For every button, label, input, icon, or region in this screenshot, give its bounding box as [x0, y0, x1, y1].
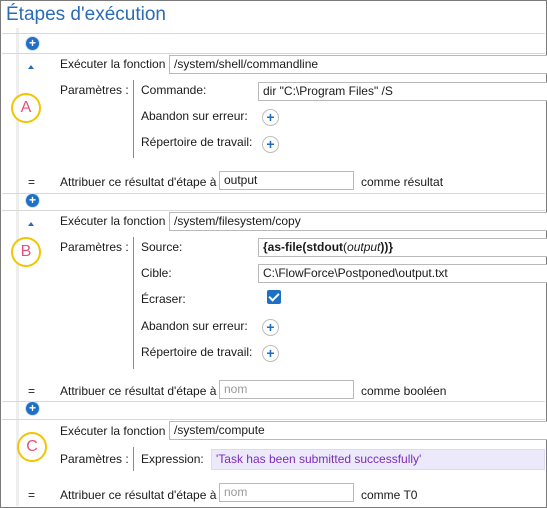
step-divider — [2, 419, 545, 420]
target-input[interactable]: C:\FlowForce\Postponed\output.txt — [258, 264, 547, 283]
triangle-up-icon[interactable] — [28, 65, 34, 69]
parameters-bracket — [133, 237, 134, 369]
overwrite-label: Écraser: — [141, 292, 186, 306]
add-working-directory-button[interactable]: + — [262, 136, 279, 153]
assign-result-label: Attribuer ce résultat d'étape à — [60, 384, 217, 398]
add-working-directory-button[interactable]: + — [262, 345, 279, 362]
add-abort-on-error-button[interactable]: + — [262, 319, 279, 336]
step-badge-b: B — [11, 237, 41, 267]
expr-close: ))} — [380, 240, 394, 254]
add-step-button[interactable]: + — [26, 402, 39, 415]
parameters-label: Paramètres : — [60, 240, 129, 254]
step-badge-c: C — [17, 432, 47, 462]
assign-result-input[interactable]: nom — [219, 483, 354, 502]
plus-icon: + — [28, 36, 36, 50]
step-divider — [2, 401, 545, 402]
expr-function: stdout — [306, 240, 344, 254]
triangle-up-icon[interactable] — [28, 222, 34, 226]
execute-function-label: Exécuter la fonction — [60, 57, 166, 71]
abort-on-error-label: Abandon sur erreur: — [141, 109, 248, 123]
execute-function-label: Exécuter la fonction — [60, 424, 166, 438]
working-directory-label: Répertoire de travail: — [141, 345, 253, 359]
step-divider — [2, 53, 545, 54]
working-directory-label: Répertoire de travail: — [141, 135, 253, 149]
execute-function-label: Exécuter la fonction — [60, 214, 166, 228]
source-label: Source: — [141, 240, 183, 254]
abort-on-error-label: Abandon sur erreur: — [141, 319, 248, 333]
plus-icon: + — [28, 193, 36, 207]
assign-result-label: Attribuer ce résultat d'étape à — [60, 488, 217, 502]
source-expression-input[interactable]: {as-file(stdout(output))} — [258, 238, 547, 257]
step-divider — [2, 210, 545, 211]
plus-circle-icon: + — [266, 345, 275, 361]
parameters-label: Paramètres : — [60, 452, 129, 466]
assign-result-input[interactable]: output — [219, 171, 354, 190]
function-path-input[interactable]: /system/filesystem/copy — [169, 212, 547, 231]
expression-label: Expression: — [141, 452, 204, 466]
step-divider — [2, 193, 545, 194]
expression-input[interactable]: 'Task has been submitted successfully' — [211, 449, 545, 470]
function-path-input[interactable]: /system/shell/commandline — [169, 55, 547, 74]
assign-result-suffix: comme T0 — [361, 488, 418, 502]
assign-result-input[interactable]: nom — [219, 380, 354, 399]
step-divider — [2, 33, 545, 34]
function-path-input[interactable]: /system/compute — [169, 421, 547, 440]
parameters-bracket — [133, 80, 134, 158]
command-label: Commande: — [141, 83, 207, 97]
page-title: Étapes d'exécution — [6, 4, 166, 25]
plus-circle-icon: + — [266, 136, 275, 152]
expr-open: {as-file( — [263, 240, 307, 254]
step-badge-a: A — [11, 93, 41, 123]
assign-equals-sign: = — [28, 175, 36, 189]
plus-circle-icon: + — [266, 109, 275, 125]
assign-result-suffix: comme booléen — [361, 384, 447, 398]
plus-circle-icon: + — [266, 319, 275, 335]
assign-result-label: Attribuer ce résultat d'étape à — [60, 175, 217, 189]
overwrite-checkbox[interactable] — [267, 290, 281, 304]
add-step-button[interactable]: + — [26, 37, 39, 50]
command-input[interactable]: dir "C:\Program Files" /S — [258, 82, 547, 101]
add-step-button[interactable]: + — [26, 194, 39, 207]
assign-equals-sign: = — [28, 488, 36, 502]
assign-result-suffix: comme résultat — [361, 175, 444, 189]
parameters-bracket — [133, 447, 134, 471]
parameters-label: Paramètres : — [60, 83, 129, 97]
assign-equals-sign: = — [28, 384, 36, 398]
target-label: Cible: — [141, 266, 172, 280]
add-abort-on-error-button[interactable]: + — [262, 109, 279, 126]
plus-icon: + — [28, 401, 36, 415]
expr-argument: output — [347, 240, 381, 254]
